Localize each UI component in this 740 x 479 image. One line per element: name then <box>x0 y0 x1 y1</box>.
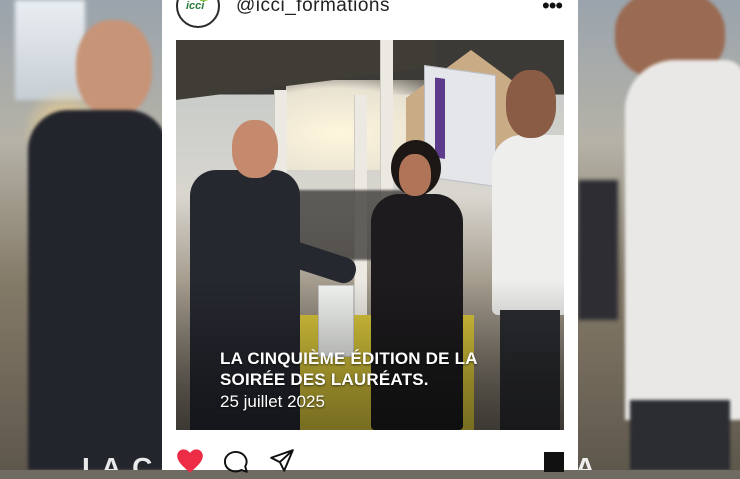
post-actions <box>162 440 578 473</box>
heart-icon[interactable] <box>176 448 203 473</box>
background-caption-left: LA C <box>82 452 155 470</box>
caption-line-1: LA CINQUIÈME ÉDITION DE LA <box>220 349 478 368</box>
background-man-white-shirt <box>600 0 740 470</box>
profile-avatar[interactable]: icci <box>176 0 220 28</box>
background-caption-right: A <box>575 452 598 470</box>
caption-date: 25 juillet 2025 <box>220 392 325 411</box>
comment-icon[interactable] <box>222 448 248 473</box>
post-card: icci @icci_formations ••• LA CINQUIÈME É… <box>162 0 578 473</box>
profile-username[interactable]: @icci_formations <box>236 0 390 17</box>
background-man-suit <box>28 20 168 470</box>
caption-line-2: SOIRÉE DES LAURÉATS. <box>220 370 429 389</box>
more-options-icon[interactable]: ••• <box>542 0 563 17</box>
post-header: icci @icci_formations ••• <box>162 0 578 36</box>
bookmark-icon[interactable] <box>544 452 564 472</box>
post-photo[interactable]: LA CINQUIÈME ÉDITION DE LA SOIRÉE DES LA… <box>176 40 564 430</box>
photo-caption-overlay: LA CINQUIÈME ÉDITION DE LA SOIRÉE DES LA… <box>220 348 540 413</box>
avatar-logo-text: icci <box>186 0 205 12</box>
send-icon[interactable] <box>268 448 294 472</box>
